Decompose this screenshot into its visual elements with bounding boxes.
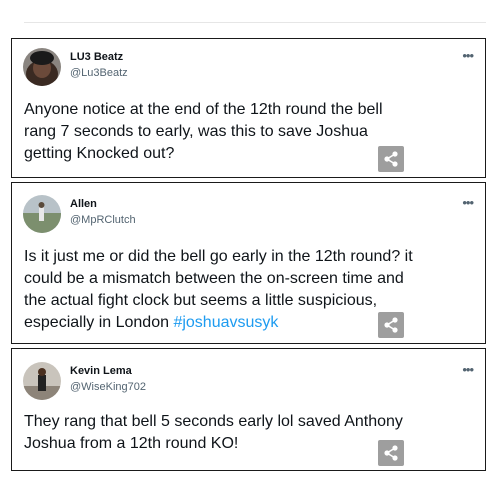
author-handle[interactable]: @WiseKing702 xyxy=(70,381,146,393)
tweet-card[interactable]: Allen @MpRClutch ••• Is it just me or di… xyxy=(11,182,486,344)
tweet-text: They rang that bell 5 seconds early lol … xyxy=(24,411,475,455)
tweet-text-line: Joshua from a 12th round KO! xyxy=(24,435,239,452)
more-options-icon[interactable]: ••• xyxy=(462,196,474,209)
tweet-text-line: especially in London #joshuavsusyk xyxy=(24,312,475,334)
tweet-text: Is it just me or did the bell go early i… xyxy=(24,246,475,334)
more-options-icon[interactable]: ••• xyxy=(462,363,474,376)
tweet-text: Anyone notice at the end of the 12th rou… xyxy=(24,99,475,165)
avatar[interactable] xyxy=(23,195,61,233)
author-name[interactable]: LU3 Beatz xyxy=(70,51,123,63)
avatar[interactable] xyxy=(23,362,61,400)
tweet-text-segment: especially in London xyxy=(24,314,174,331)
tweet-text-line: getting Knocked out? xyxy=(24,145,175,162)
author-handle[interactable]: @MpRClutch xyxy=(70,214,136,226)
share-icon[interactable] xyxy=(378,312,404,338)
author-handle[interactable]: @Lu3Beatz xyxy=(70,67,128,79)
tweet-text-line: the actual fight clock but seems a littl… xyxy=(24,292,378,309)
tweet-text-line: could be a mismatch between the on-scree… xyxy=(24,270,404,287)
tweet-text-line: rang 7 seconds to early, was this to sav… xyxy=(24,123,368,140)
tweet-text-line: Anyone notice at the end of the 12th rou… xyxy=(24,101,383,118)
top-divider xyxy=(24,22,486,23)
avatar[interactable] xyxy=(23,48,61,86)
hashtag-link[interactable]: #joshuavsusyk xyxy=(173,314,278,331)
share-icon[interactable] xyxy=(378,146,404,172)
more-options-icon[interactable]: ••• xyxy=(462,49,474,62)
author-name[interactable]: Kevin Lema xyxy=(70,365,132,377)
tweet-text-line: Is it just me or did the bell go early i… xyxy=(24,248,413,265)
author-name[interactable]: Allen xyxy=(70,198,97,210)
tweet-card[interactable]: Kevin Lema @WiseKing702 ••• They rang th… xyxy=(11,348,486,471)
tweet-text-line: They rang that bell 5 seconds early lol … xyxy=(24,413,403,430)
tweet-card[interactable]: LU3 Beatz @Lu3Beatz ••• Anyone notice at… xyxy=(11,38,486,178)
share-icon[interactable] xyxy=(378,440,404,466)
